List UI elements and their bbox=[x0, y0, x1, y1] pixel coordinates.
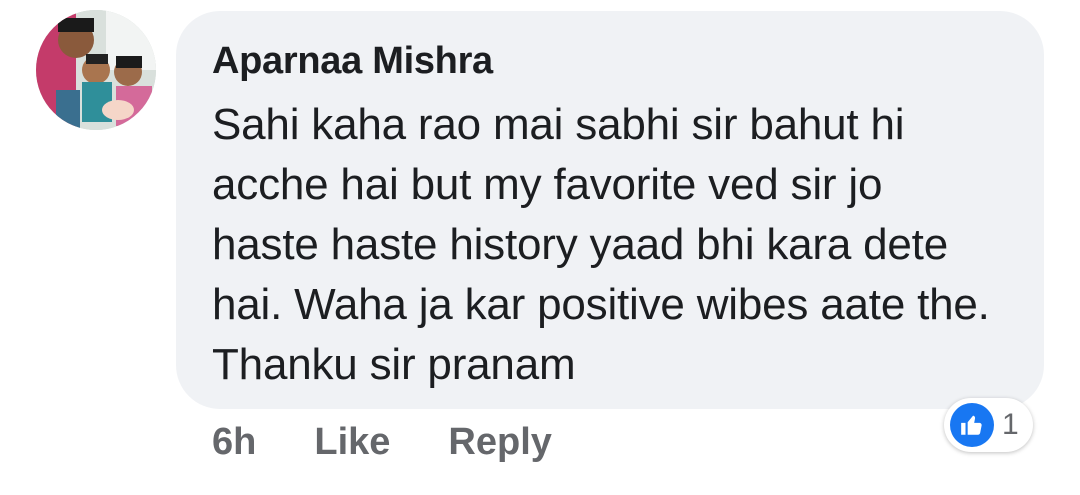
reply-button[interactable]: Reply bbox=[448, 421, 551, 464]
like-button[interactable]: Like bbox=[314, 421, 390, 464]
avatar-photo bbox=[36, 10, 156, 130]
reaction-summary[interactable]: 1 bbox=[944, 398, 1033, 452]
comment: Aparnaa Mishra Sahi kaha rao mai sabhi s… bbox=[0, 0, 1080, 495]
comment-bubble: Aparnaa Mishra Sahi kaha rao mai sabhi s… bbox=[176, 11, 1044, 409]
comment-timestamp[interactable]: 6h bbox=[212, 421, 256, 464]
avatar[interactable] bbox=[36, 10, 156, 130]
comment-author[interactable]: Aparnaa Mishra bbox=[212, 39, 1008, 83]
reaction-count: 1 bbox=[1002, 408, 1019, 441]
comment-text: Sahi kaha rao mai sabhi sir bahut hi acc… bbox=[212, 100, 990, 389]
thumbs-up-icon bbox=[950, 403, 994, 447]
comment-actions: 6h Like Reply bbox=[212, 420, 552, 464]
